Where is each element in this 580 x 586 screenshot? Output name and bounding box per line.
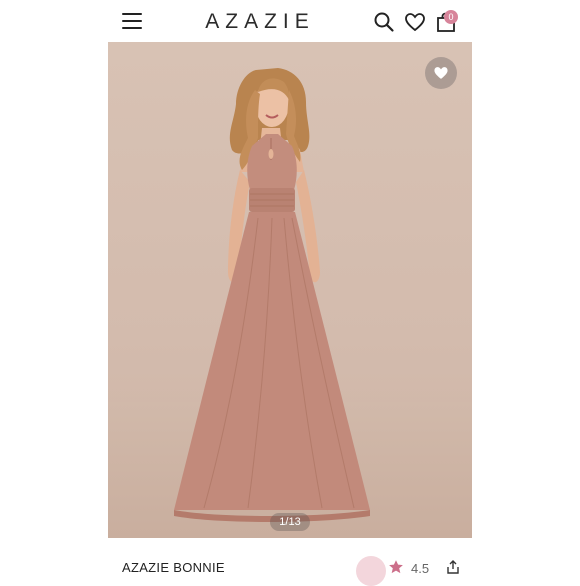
header-bar: AZAZIE 0 <box>108 0 472 43</box>
favorite-button[interactable] <box>425 57 457 89</box>
brand-logo[interactable]: AZAZIE <box>180 10 340 34</box>
menu-icon[interactable] <box>122 13 142 29</box>
share-icon[interactable] <box>446 560 460 574</box>
app-frame: AZAZIE 0 1/13 AZAZIE BONNIE 4.5 <box>108 0 472 580</box>
chat-support-button[interactable] <box>356 556 386 586</box>
model-in-dress-illustration <box>174 68 370 522</box>
cart-count-badge: 0 <box>444 10 458 24</box>
product-info-bar: AZAZIE BONNIE 4.5 <box>108 538 472 580</box>
heart-icon[interactable] <box>404 11 426 33</box>
rating-value: 4.5 <box>411 561 430 576</box>
star-icon <box>389 560 403 574</box>
product-image[interactable]: 1/13 <box>108 42 472 538</box>
search-icon[interactable] <box>373 11 395 33</box>
product-name: AZAZIE BONNIE <box>122 560 225 575</box>
image-counter: 1/13 <box>270 513 310 531</box>
heart-icon <box>434 67 448 79</box>
